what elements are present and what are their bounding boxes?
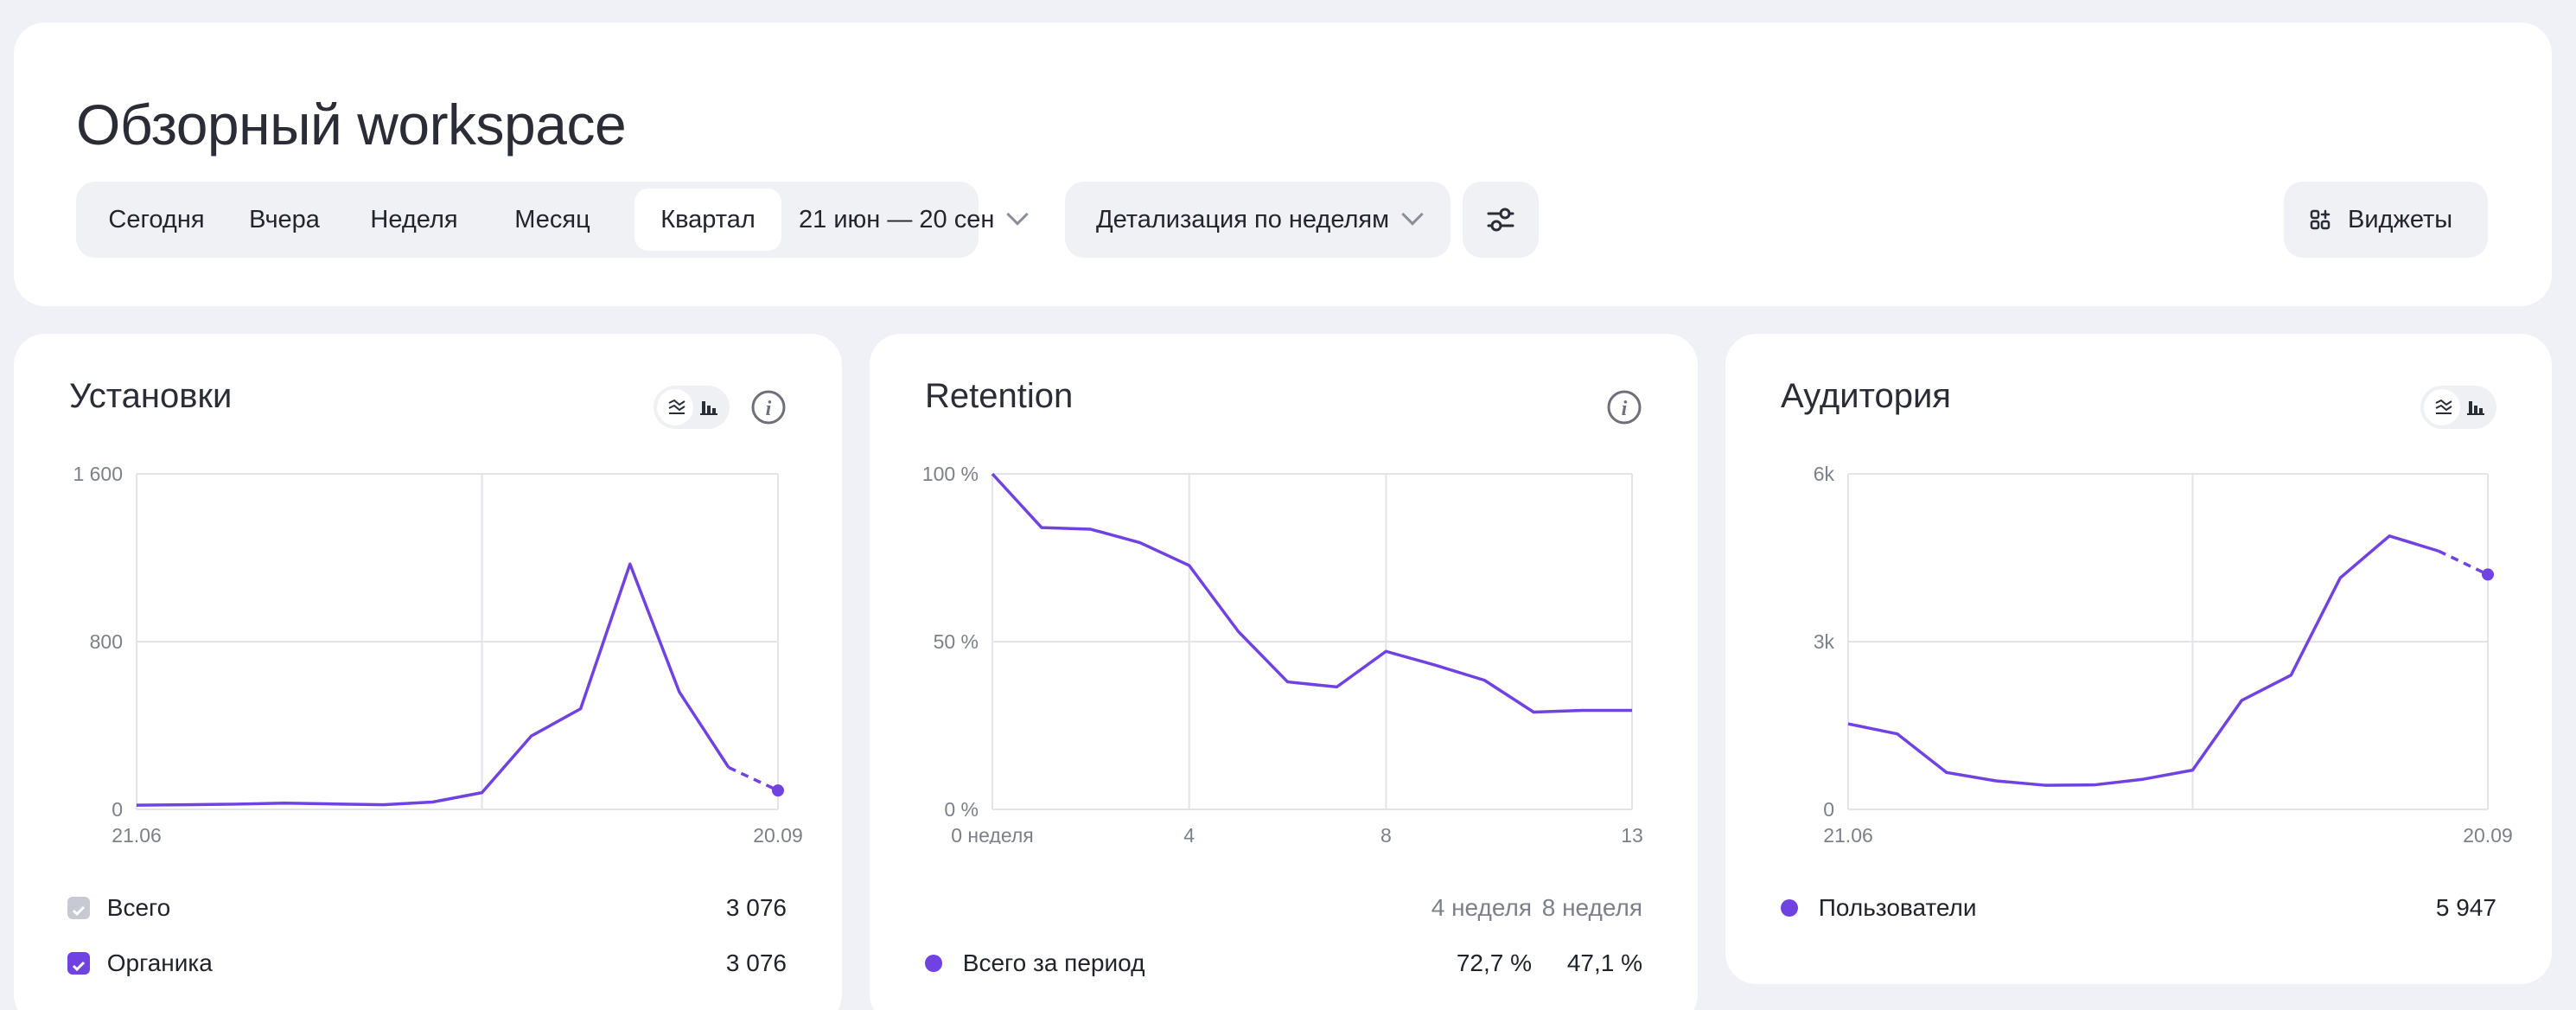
retention-title: Retention	[925, 377, 1074, 415]
col-header-week8: 8 неделя	[1541, 894, 1642, 921]
audience-widget: Аудитория 0 3k 6k 21.06 20.09 Пользователи 5…	[1725, 334, 2552, 984]
checkbox-checked-icon[interactable]	[67, 896, 90, 919]
retention-chart: 0 % 50 % 100 % 0 неделя 4 8 13	[922, 463, 1643, 844]
chevron-down-icon	[1006, 203, 1030, 226]
x-tick-label: 8	[1380, 824, 1392, 844]
x-tick-label: 20.09	[2463, 824, 2513, 844]
installs-chart: 0 800 1 600 21.06 20.09	[73, 463, 803, 844]
col-header-week4: 4 неделя	[1431, 894, 1532, 921]
audience-title: Аудитория	[1781, 377, 1951, 415]
retention-week8-value: 47,1 %	[1566, 949, 1642, 976]
legend-value-total: 3 076	[725, 894, 787, 921]
series-dot-icon	[1781, 898, 1798, 917]
tab-month[interactable]: Месяц	[488, 189, 617, 251]
legend-value-users: 5 947	[2435, 894, 2496, 921]
x-tick-label: 13	[1621, 824, 1643, 844]
x-tick-label: 21.06	[112, 824, 162, 844]
audience-chart: 0 3k 6k 21.06 20.09	[1814, 463, 2513, 844]
line-chart-icon[interactable]	[2434, 398, 2453, 417]
line-chart-icon[interactable]	[667, 398, 686, 417]
svg-text:i: i	[1622, 398, 1628, 420]
sliders-icon	[1487, 208, 1514, 232]
header-card: Обзорный workspace Сегодня Вчера Неделя …	[14, 22, 2552, 306]
y-tick-label: 0 %	[944, 798, 979, 821]
legend-item-users[interactable]: Пользователи	[1781, 891, 1977, 925]
date-range-picker[interactable]: 21 июн — 20 сен	[799, 189, 1030, 251]
date-range-label: 21 июн — 20 сен	[799, 206, 995, 233]
y-tick-label: 0	[112, 798, 123, 821]
series-line	[991, 472, 1632, 714]
detail-select-control: Детализация по неделям	[1096, 189, 1433, 251]
detail-select[interactable]: Детализация по неделям	[1065, 182, 1451, 258]
series-line	[1847, 534, 2439, 787]
series-last-point	[772, 784, 784, 797]
x-tick-label: 0 неделя	[951, 824, 1034, 844]
tab-yesterday[interactable]: Вчера	[228, 189, 341, 251]
y-tick-label: 1 600	[73, 463, 123, 485]
period-selector: Сегодня Вчера Неделя Месяц Квартал 21 ию…	[76, 182, 1030, 258]
y-tick-label: 100 %	[922, 463, 979, 485]
widgets-button[interactable]: Виджеты	[2284, 182, 2488, 258]
series-line	[136, 562, 730, 807]
series-line-partial	[728, 765, 779, 792]
x-tick-label: 21.06	[1823, 824, 1873, 844]
series-line-partial	[2438, 549, 2489, 576]
tab-quarter[interactable]: Квартал	[634, 189, 781, 251]
legend-item-organic[interactable]: Органика	[67, 946, 213, 981]
y-tick-label: 800	[90, 630, 123, 653]
legend-label-period: Всего за период	[962, 949, 1145, 976]
installs-widget: Установки i 0 800 1 600 21.06 20.09 Всего 3 …	[14, 334, 842, 1010]
retention-widget: Retention i 0 % 50 % 100 % 0 неделя 4 8 13 4 н…	[870, 334, 1698, 1010]
x-tick-label: 20.09	[753, 824, 803, 844]
widgets-grid-icon	[2310, 209, 2331, 230]
legend-item-total[interactable]: Всего	[67, 891, 170, 925]
detail-select-label: Детализация по неделям	[1096, 206, 1390, 233]
installs-title: Установки	[69, 377, 233, 415]
legend-item-period[interactable]: Всего за период	[925, 946, 1145, 981]
legend-label-total: Всего	[106, 894, 171, 921]
series-last-point	[2482, 568, 2494, 581]
page-title: Обзорный workspace	[76, 93, 627, 157]
svg-text:i: i	[766, 398, 772, 420]
chart-mode-toggle[interactable]	[2420, 386, 2496, 429]
y-tick-label: 50 %	[934, 630, 979, 653]
checkbox-checked-icon[interactable]	[67, 951, 90, 975]
chevron-down-icon	[1401, 203, 1424, 226]
legend-label-users: Пользователи	[1818, 894, 1977, 921]
legend-value-organic: 3 076	[725, 949, 787, 976]
tab-week[interactable]: Неделя	[348, 189, 481, 251]
x-tick-label: 4	[1183, 824, 1195, 844]
filter-button[interactable]	[1463, 182, 1539, 258]
y-tick-label: 3k	[1814, 630, 1835, 653]
y-tick-label: 0	[1823, 798, 1834, 821]
info-icon[interactable]: i	[750, 389, 787, 425]
tab-today[interactable]: Сегодня	[92, 189, 221, 251]
bar-chart-icon[interactable]	[2467, 398, 2486, 417]
info-icon[interactable]: i	[1606, 389, 1642, 425]
chart-mode-toggle[interactable]	[654, 386, 730, 429]
widgets-button-label: Виджеты	[2348, 206, 2453, 233]
bar-chart-icon[interactable]	[700, 398, 719, 417]
series-dot-icon	[925, 954, 942, 972]
retention-week4-value: 72,7 %	[1456, 949, 1532, 976]
legend-label-organic: Органика	[106, 949, 213, 976]
y-tick-label: 6k	[1814, 463, 1835, 485]
